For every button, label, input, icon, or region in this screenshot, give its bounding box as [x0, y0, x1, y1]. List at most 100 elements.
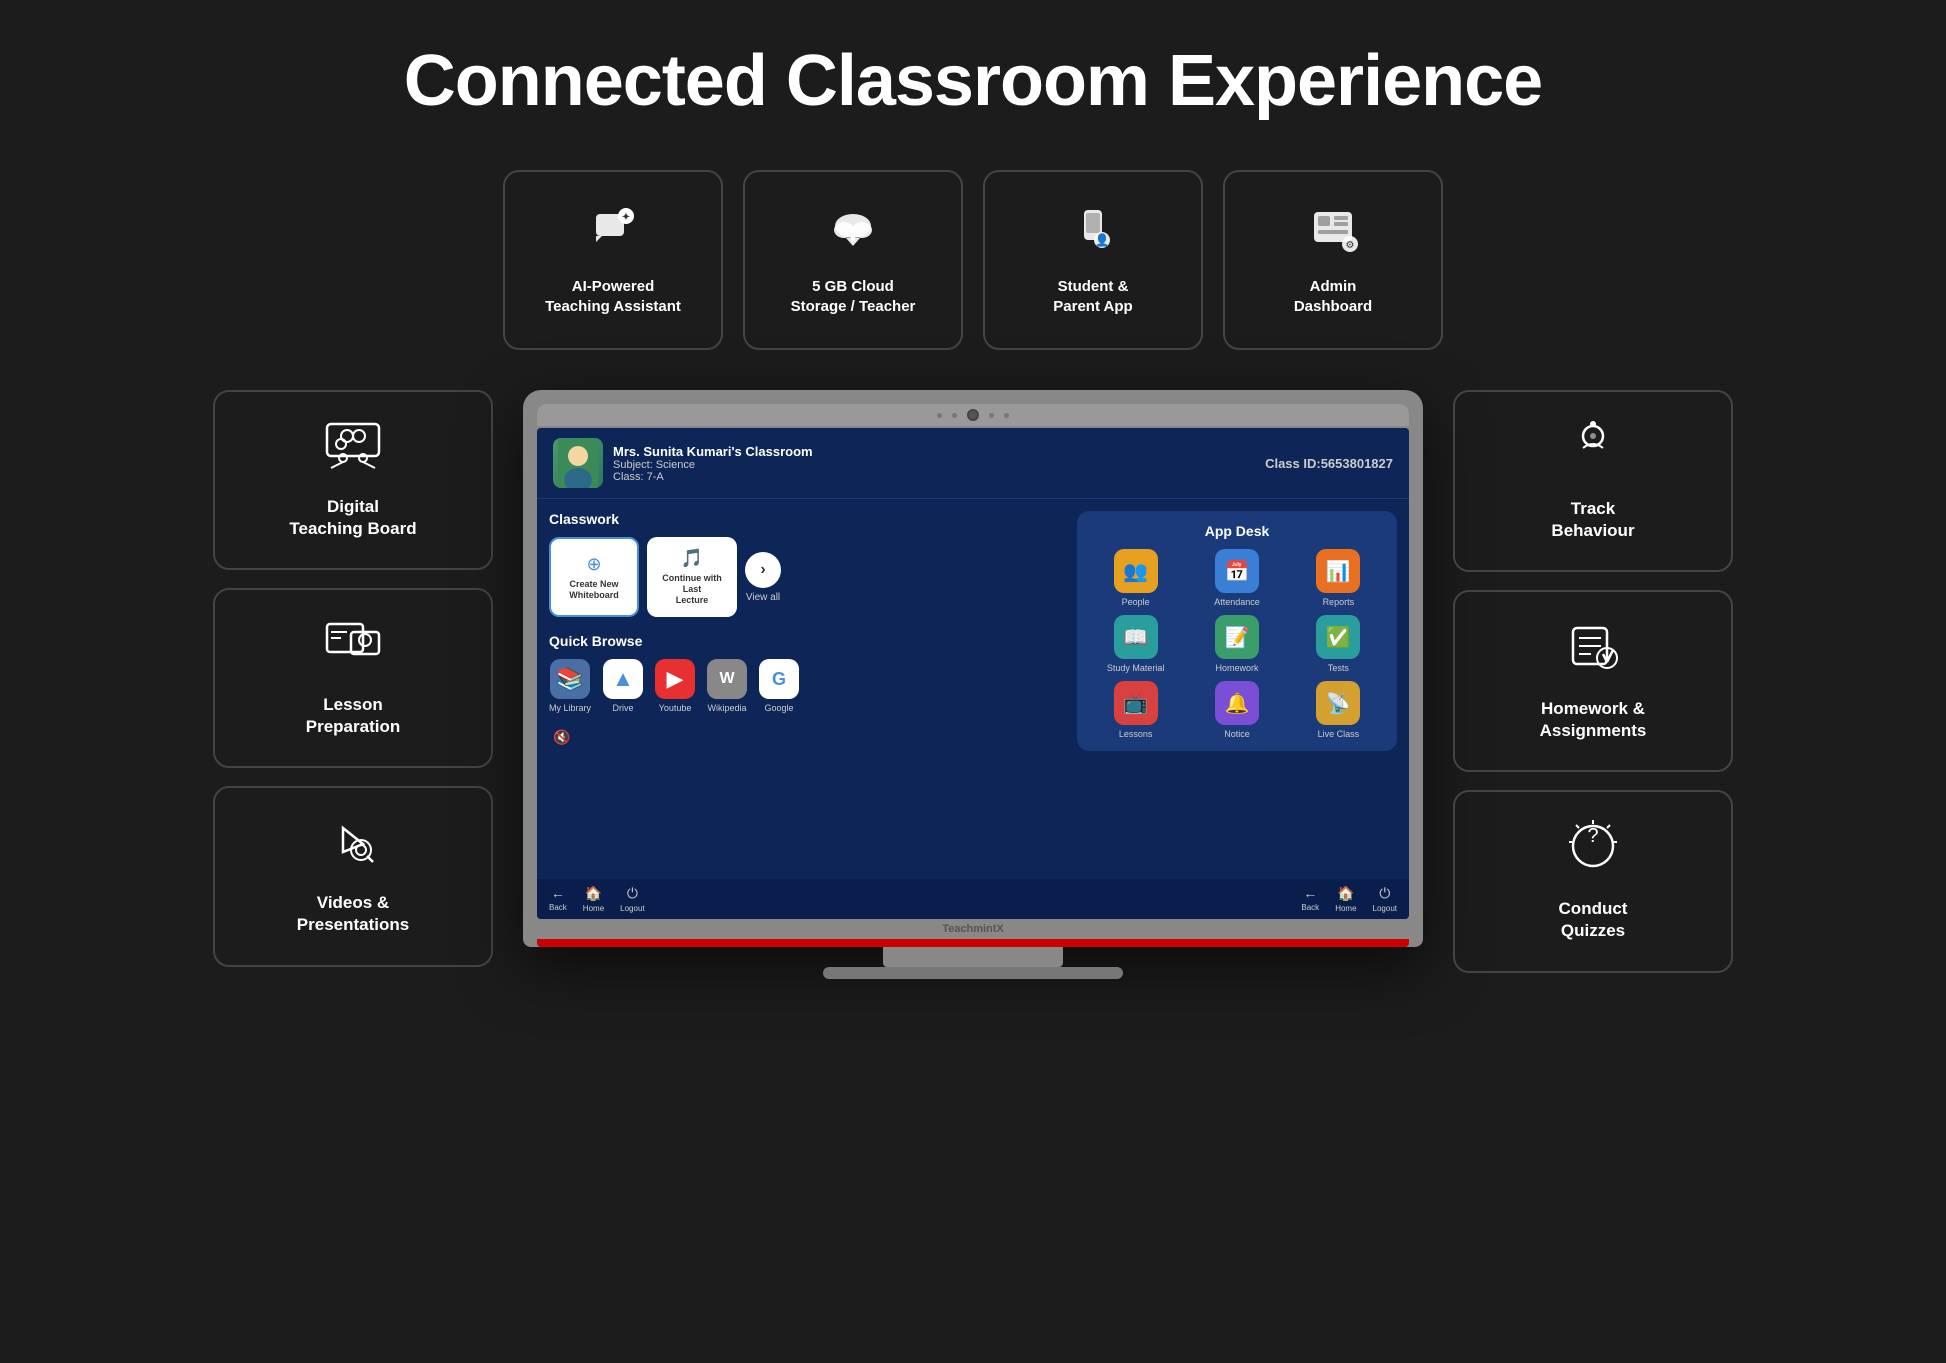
browse-youtube[interactable]: ▶ Youtube	[655, 659, 695, 713]
dashboard-icon: ⚙	[1308, 204, 1358, 265]
browse-google[interactable]: G Google	[759, 659, 799, 713]
google-label: Google	[765, 703, 794, 713]
svg-text:✦: ✦	[622, 212, 630, 223]
nav-group-left: ← Back 🏠 Home ⏻ Logout	[549, 885, 645, 913]
people-label: People	[1122, 597, 1150, 607]
app-homework[interactable]: 📝 Homework	[1190, 615, 1283, 673]
logout-icon-right: ⏻	[1379, 885, 1390, 902]
app-tests[interactable]: ✅ Tests	[1292, 615, 1385, 673]
card-videos-presentations[interactable]: Videos & Presentations	[213, 786, 493, 966]
my-library-icon: 📚	[550, 659, 590, 699]
track-behaviour-icon	[1475, 420, 1711, 484]
card-lesson-prep[interactable]: Lesson Preparation	[213, 588, 493, 768]
continue-lecture-card[interactable]: 🎵 Continue with LastLecture	[647, 537, 737, 617]
logout-label-right: Logout	[1373, 904, 1397, 913]
homework-icon: 📝	[1215, 615, 1259, 659]
back-label-right: Back	[1301, 903, 1319, 912]
main-content: Digital Teaching Board Lesson Preparatio…	[0, 390, 1946, 979]
nav-logout-right[interactable]: ⏻ Logout	[1373, 885, 1397, 913]
reports-label: Reports	[1323, 597, 1355, 607]
drive-icon: ▲	[603, 659, 643, 699]
app-notice[interactable]: 🔔 Notice	[1190, 681, 1283, 739]
teacher-info: Mrs. Sunita Kumari's Classroom Subject: …	[553, 438, 813, 488]
nav-logout-left[interactable]: ⏻ Logout	[620, 885, 644, 913]
view-all-button[interactable]: ›	[745, 552, 781, 588]
screen-left: Classwork ⊕ Create NewWhiteboard 🎵	[549, 511, 1065, 867]
nav-home-right[interactable]: 🏠 Home	[1335, 885, 1356, 913]
home-label-right: Home	[1335, 904, 1356, 913]
conduct-quizzes-icon: ?	[1475, 820, 1711, 884]
app-study-material[interactable]: 📖 Study Material	[1089, 615, 1182, 673]
card-student-parent[interactable]: 👤 Student & Parent App	[983, 170, 1203, 350]
browse-wikipedia[interactable]: W Wikipedia	[707, 659, 747, 713]
attendance-icon: 📅	[1215, 549, 1259, 593]
monitor-dots	[937, 409, 1009, 421]
dot1	[937, 413, 942, 418]
lecture-icon: 🎵	[681, 548, 703, 569]
create-icon: ⊕	[586, 554, 601, 575]
conduct-quizzes-label: Conduct Quizzes	[1559, 899, 1628, 940]
screen-bottom-nav: ← Back 🏠 Home ⏻ Logout	[537, 879, 1409, 919]
teacher-subject: Subject: Science	[613, 459, 813, 471]
google-icon: G	[759, 659, 799, 699]
mute-icon[interactable]: 🔇	[549, 725, 574, 749]
card-admin-dashboard[interactable]: ⚙ Admin Dashboard	[1223, 170, 1443, 350]
monitor-top-bar	[537, 404, 1409, 426]
card-cloud-storage[interactable]: 5 GB Cloud Storage / Teacher	[743, 170, 963, 350]
nav-back-right[interactable]: ← Back	[1301, 885, 1319, 913]
screen-header: Mrs. Sunita Kumari's Classroom Subject: …	[537, 428, 1409, 499]
cloud-label: 5 GB Cloud Storage / Teacher	[791, 277, 916, 316]
admin-label: Admin Dashboard	[1294, 277, 1372, 316]
monitor-base: TeachmintX	[537, 919, 1409, 939]
ai-icon: ✦	[588, 204, 638, 265]
app-people[interactable]: 👥 People	[1089, 549, 1182, 607]
card-digital-teaching[interactable]: Digital Teaching Board	[213, 390, 493, 570]
back-icon-left: ←	[551, 885, 565, 901]
videos-label: Videos & Presentations	[297, 893, 409, 934]
nav-home-left[interactable]: 🏠 Home	[583, 885, 604, 913]
svg-text:?: ?	[1587, 825, 1598, 847]
card-ai-teaching[interactable]: ✦ AI-Powered Teaching Assistant	[503, 170, 723, 350]
digital-teaching-label: Digital Teaching Board	[289, 497, 416, 538]
homework-assignments-label: Homework & Assignments	[1540, 699, 1647, 740]
nav-group-right: ← Back 🏠 Home ⏻ Logout	[1301, 885, 1397, 913]
card-conduct-quizzes[interactable]: ? Conduct Quizzes	[1453, 790, 1733, 972]
lesson-prep-label: Lesson Preparation	[306, 695, 400, 736]
card-homework-assignments[interactable]: Homework & Assignments	[1453, 590, 1733, 772]
app-attendance[interactable]: 📅 Attendance	[1190, 549, 1283, 607]
lessons-icon: 📺	[1114, 681, 1158, 725]
app-lessons[interactable]: 📺 Lessons	[1089, 681, 1182, 739]
create-whiteboard-card[interactable]: ⊕ Create NewWhiteboard	[549, 537, 639, 617]
card-track-behaviour[interactable]: Track Behaviour	[1453, 390, 1733, 572]
browse-drive[interactable]: ▲ Drive	[603, 659, 643, 713]
people-icon: 👥	[1114, 549, 1158, 593]
youtube-icon: ▶	[655, 659, 695, 699]
app-reports[interactable]: 📊 Reports	[1292, 549, 1385, 607]
quick-browse-title: Quick Browse	[549, 633, 1065, 649]
dot4	[1004, 413, 1009, 418]
attendance-label: Attendance	[1214, 597, 1260, 607]
logout-icon-left: ⏻	[627, 885, 638, 902]
student-label: Student & Parent App	[1053, 277, 1132, 316]
svg-text:👤: 👤	[1095, 233, 1110, 247]
logout-label-left: Logout	[620, 904, 644, 913]
nav-back-left[interactable]: ← Back	[549, 885, 567, 913]
homework-assignments-icon	[1475, 620, 1711, 684]
drive-label: Drive	[613, 703, 634, 713]
my-library-label: My Library	[549, 703, 591, 713]
app-grid: 👥 People 📅 Attendance 📊	[1089, 549, 1385, 739]
tests-label: Tests	[1328, 663, 1349, 673]
browse-my-library[interactable]: 📚 My Library	[549, 659, 591, 713]
quick-browse-items: 📚 My Library ▲ Drive ▶ Youtube	[549, 659, 1065, 713]
teaching-board-icon	[235, 420, 471, 482]
create-label: Create NewWhiteboard	[569, 579, 619, 601]
lecture-label: Continue with LastLecture	[657, 573, 727, 605]
app-live-class[interactable]: 📡 Live Class	[1292, 681, 1385, 739]
view-all-wrapper: › View all	[745, 552, 781, 603]
camera	[967, 409, 979, 421]
app-desk-title: App Desk	[1089, 523, 1385, 539]
teacher-details: Mrs. Sunita Kumari's Classroom Subject: …	[613, 444, 813, 483]
lessons-label: Lessons	[1119, 729, 1153, 739]
live-class-label: Live Class	[1318, 729, 1360, 739]
live-class-icon: 📡	[1316, 681, 1360, 725]
